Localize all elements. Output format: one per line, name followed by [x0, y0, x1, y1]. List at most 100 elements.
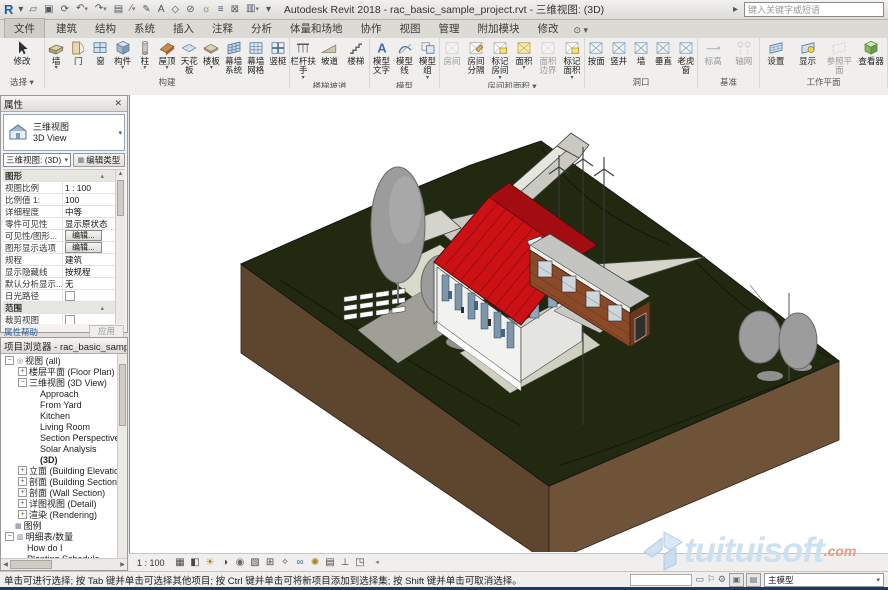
search-input[interactable]: [744, 2, 884, 17]
window-button[interactable]: 窗: [89, 39, 111, 66]
shadows-icon[interactable]: ◑: [218, 555, 233, 570]
properties-scrollbar[interactable]: ▲: [115, 170, 125, 324]
save-button[interactable]: ▣: [41, 2, 56, 18]
crop-view-icon[interactable]: ▧: [248, 555, 263, 570]
print-button[interactable]: ▤: [111, 2, 126, 18]
text-button[interactable]: A: [155, 2, 168, 18]
grid-button[interactable]: 轴网: [729, 39, 760, 66]
search-expand-icon[interactable]: ▸: [730, 2, 741, 18]
room-separator-button[interactable]: 房间分隔: [464, 39, 488, 76]
type-selector[interactable]: 三维视图 3D View ▾: [3, 114, 125, 151]
tag-room-button[interactable]: 标记房间 ▾: [488, 39, 512, 80]
tab-manage[interactable]: 管理: [430, 19, 469, 38]
model-group-button[interactable]: 模型组 ▾: [416, 39, 439, 80]
scrollbar-thumb[interactable]: [117, 180, 124, 216]
tree-expander-icon[interactable]: −: [5, 356, 14, 365]
open-button[interactable]: ▱: [26, 2, 40, 18]
model-line-button[interactable]: 模型线: [393, 39, 416, 76]
edit-button[interactable]: 编辑...: [65, 230, 102, 241]
checkbox[interactable]: [65, 315, 75, 325]
checkbox[interactable]: [65, 291, 75, 301]
customize-qat-button[interactable]: ▾: [263, 2, 274, 18]
tab-architecture[interactable]: 建筑: [47, 19, 86, 38]
tree-expander-icon[interactable]: +: [18, 488, 27, 497]
editing-requests-icon[interactable]: ⚐: [707, 574, 715, 585]
browser-horizontal-scrollbar[interactable]: ◀ ▶: [1, 558, 127, 570]
ribbon-panel-label[interactable]: 模型: [370, 80, 439, 88]
curtain-grid-button[interactable]: 幕墙网格: [245, 39, 267, 76]
ribbon-panel-label[interactable]: 房间和面积 ▾: [440, 80, 584, 88]
visibility-graphics[interactable]: 可见性/图形... 编辑...: [3, 230, 116, 242]
tab-systems[interactable]: 系统: [125, 19, 164, 38]
stair-button[interactable]: 楼梯: [343, 39, 369, 66]
show-hidden-lines[interactable]: 显示隐藏线 按规程: [3, 266, 116, 278]
edit-type-button[interactable]: ▦ 编辑类型: [73, 153, 125, 167]
tree-expander-icon[interactable]: +: [18, 466, 27, 475]
crop-view[interactable]: 裁剪视图: [3, 314, 116, 324]
tree-item-section-perspective[interactable]: Section Perspective: [1, 432, 118, 443]
tree-expander-icon[interactable]: +: [18, 367, 27, 376]
ribbon-panel-label[interactable]: 构建: [45, 76, 289, 88]
ribbon-panel-label[interactable]: 洞口: [585, 76, 697, 88]
view-filter-combo[interactable]: 三维视图: (3D)▾: [3, 153, 71, 167]
tab-annotate[interactable]: 注释: [203, 19, 242, 38]
vertical-opening-button[interactable]: 垂直: [652, 39, 674, 66]
close-icon[interactable]: ✕: [112, 98, 124, 109]
tab-insert[interactable]: 插入: [164, 19, 203, 38]
railing-button[interactable]: 栏杆扶手 ▾: [290, 39, 316, 80]
properties-header[interactable]: 属性 ✕: [1, 96, 127, 112]
unlocked-view-icon[interactable]: ✧: [278, 555, 293, 570]
ramp-button[interactable]: 坡道: [316, 39, 342, 66]
tree-expander-icon[interactable]: +: [18, 510, 27, 519]
project-browser-header[interactable]: 项目浏览器 - rac_basic_sample_proj... ✕: [1, 338, 127, 354]
properties-help-link[interactable]: 属性帮助: [4, 326, 38, 338]
show-constraints-icon[interactable]: ⊥: [338, 555, 353, 570]
scroll-right-icon[interactable]: ▶: [118, 561, 127, 568]
app-menu-caret-icon[interactable]: ▾: [15, 2, 26, 18]
aligned-dimension-button[interactable]: ✎: [139, 2, 153, 18]
tree-item-planting-schedule[interactable]: Planting Schedule: [1, 553, 118, 558]
level-button[interactable]: 标高: [698, 39, 729, 66]
roof-button[interactable]: 屋顶 ▾: [156, 39, 178, 70]
scale-button[interactable]: 1 : 100: [137, 558, 165, 568]
undo-button[interactable]: ↶▾: [73, 1, 91, 18]
worksets-settings-icon[interactable]: ⚙: [718, 574, 726, 585]
default-analysis-display[interactable]: 默认分析显示... 无: [3, 278, 116, 290]
ceiling-button[interactable]: 天花板: [178, 39, 200, 76]
ribbon-panel-label[interactable]: 工作平面: [760, 76, 887, 88]
tree-item-from-yard[interactable]: From Yard: [1, 399, 118, 410]
set-work-plane-button[interactable]: 设置: [760, 39, 792, 66]
temporary-hide-isolate-icon[interactable]: ∞: [293, 555, 308, 570]
tab-file[interactable]: 文件: [4, 18, 45, 38]
ribbon-panel-label[interactable]: 选择 ▾: [0, 76, 44, 88]
reveal-hidden-elements-icon[interactable]: ✺: [308, 555, 323, 570]
shaft-opening-button[interactable]: 竖井: [607, 39, 629, 66]
sun-path[interactable]: 日光路径: [3, 290, 116, 302]
temporary-view-properties-icon[interactable]: ▤: [323, 555, 338, 570]
tree-expander-icon[interactable]: −: [5, 532, 14, 541]
redo-button[interactable]: ↷▾: [92, 1, 110, 18]
dormer-opening-button[interactable]: 老虎窗: [675, 39, 697, 76]
design-options-icon[interactable]: ▣: [729, 573, 744, 587]
active-workset-select[interactable]: 主模型▾: [764, 573, 884, 587]
area-button[interactable]: 面积 ▾: [512, 39, 536, 70]
sync-button[interactable]: ⟳: [58, 2, 72, 18]
worksharing-display-icon[interactable]: ▭: [695, 574, 704, 585]
show-crop-icon[interactable]: ⊞: [263, 555, 278, 570]
revit-logo-icon[interactable]: R: [4, 2, 13, 17]
curtain-system-button[interactable]: 幕墙系统: [223, 39, 245, 76]
close-inactive-windows-button[interactable]: ⊠: [228, 2, 242, 18]
scroll-up-icon[interactable]: ▲: [116, 170, 125, 179]
tree-expander-icon[interactable]: −: [18, 378, 27, 387]
switch-windows-button[interactable]: ▥▾: [243, 1, 262, 18]
tab-modify[interactable]: 修改: [529, 19, 568, 38]
scroll-left-icon[interactable]: ◀: [1, 561, 10, 568]
sun-path-icon[interactable]: ☀: [203, 555, 218, 570]
view-scale[interactable]: 视图比例 1 : 100: [3, 182, 116, 194]
exclude-options-icon[interactable]: ▤: [746, 573, 761, 587]
graphic-display-options[interactable]: 图形显示选项 编辑...: [3, 242, 116, 254]
floor-button[interactable]: 楼板 ▾: [200, 39, 222, 70]
tag-area-button[interactable]: 标记面积 ▾: [560, 39, 584, 80]
selection-options-icon[interactable]: ⊙ ▾: [574, 25, 589, 38]
scrollbar-thumb[interactable]: [119, 364, 126, 426]
